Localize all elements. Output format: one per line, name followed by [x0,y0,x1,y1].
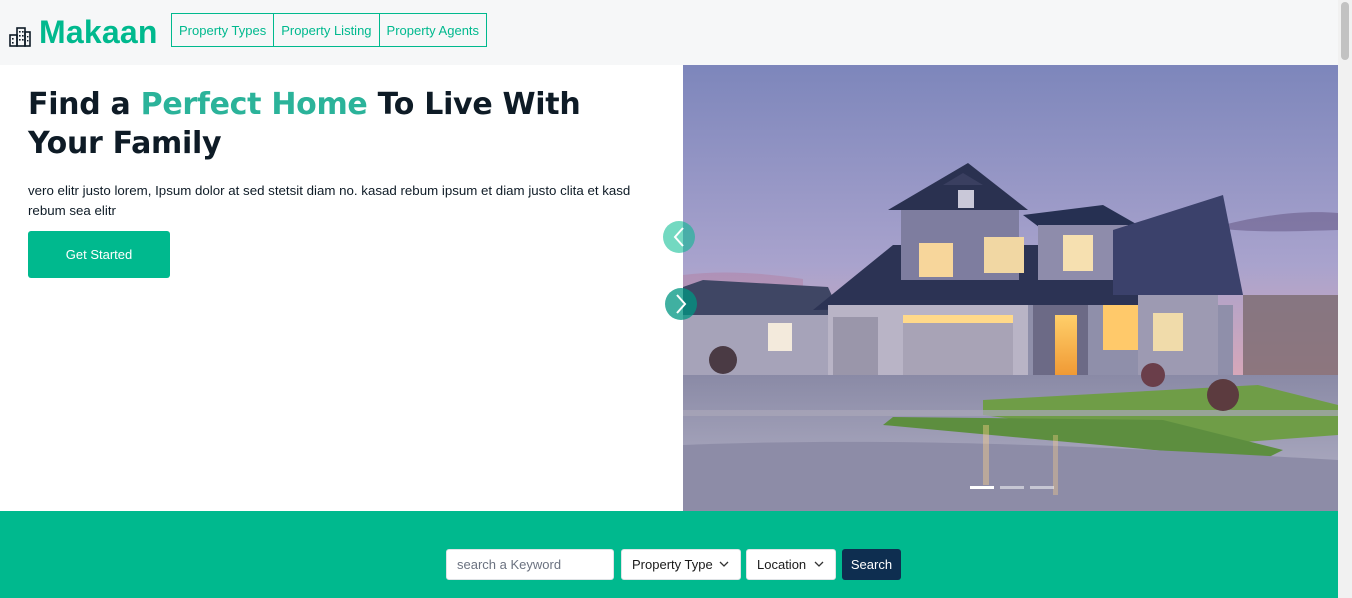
nav-links: Property Types Property Listing Property… [171,13,488,47]
brand-logo[interactable]: Makaan [8,13,158,51]
keyword-search-input[interactable] [446,549,614,580]
brand-name: Makaan [39,13,158,50]
nav-item-property-listing[interactable]: Property Listing [273,13,380,47]
location-select[interactable]: Location [746,549,836,580]
carousel-indicator-3[interactable] [1030,486,1054,489]
carousel-indicators [970,486,1054,489]
nav-item-property-agents[interactable]: Property Agents [378,13,488,47]
carousel-indicator-1[interactable] [970,486,994,489]
chevron-down-icon [719,561,729,567]
search-bar-section: Property Type Location Search [0,511,1348,598]
get-started-button[interactable]: Get Started [28,231,170,278]
hero-title-accent: Perfect Home [140,87,368,122]
carousel-indicator-2[interactable] [1000,486,1024,489]
chevron-down-icon [814,561,824,567]
location-value: Location [757,557,807,572]
carousel-next-button[interactable] [665,288,697,320]
carousel-prev-button[interactable] [663,221,695,253]
hero-title: Find a Perfect Home To Live With Your Fa… [28,85,648,163]
hero-title-start: Find a [28,87,141,122]
hero-section: Find a Perfect Home To Live With Your Fa… [0,65,683,511]
search-button[interactable]: Search [842,549,901,580]
scrollbar-thumb[interactable] [1341,2,1349,60]
navbar: Makaan Property Types Property Listing P… [0,0,1352,65]
hero-description: vero elitr justo lorem, Ipsum dolor at s… [28,183,631,218]
chevron-left-icon [673,227,684,247]
building-icon [9,27,31,47]
property-type-value: Property Type [632,557,713,572]
page-scrollbar[interactable] [1338,0,1352,598]
property-type-select[interactable]: Property Type [621,549,741,580]
hero-carousel-image [683,65,1338,511]
house-photo [683,65,1338,511]
nav-item-property-types[interactable]: Property Types [171,13,275,47]
chevron-right-icon [676,294,687,314]
